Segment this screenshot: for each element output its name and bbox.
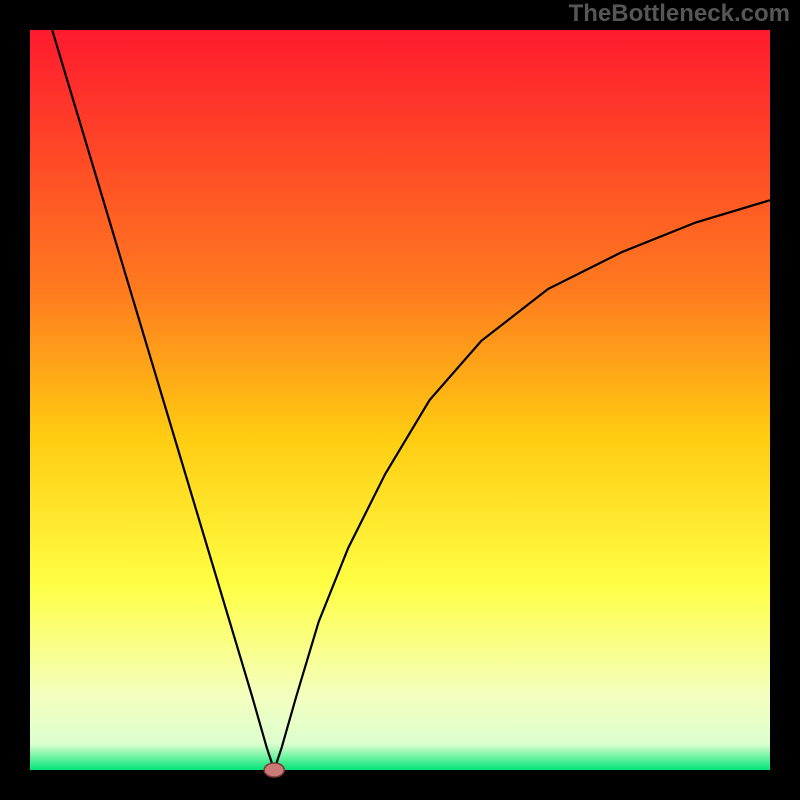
bottleneck-chart (0, 0, 800, 800)
optimal-marker (264, 763, 284, 777)
chart-frame: { "watermark": "TheBottleneck.com", "cha… (0, 0, 800, 800)
plot-background (30, 30, 770, 770)
watermark-text: TheBottleneck.com (569, 0, 790, 28)
